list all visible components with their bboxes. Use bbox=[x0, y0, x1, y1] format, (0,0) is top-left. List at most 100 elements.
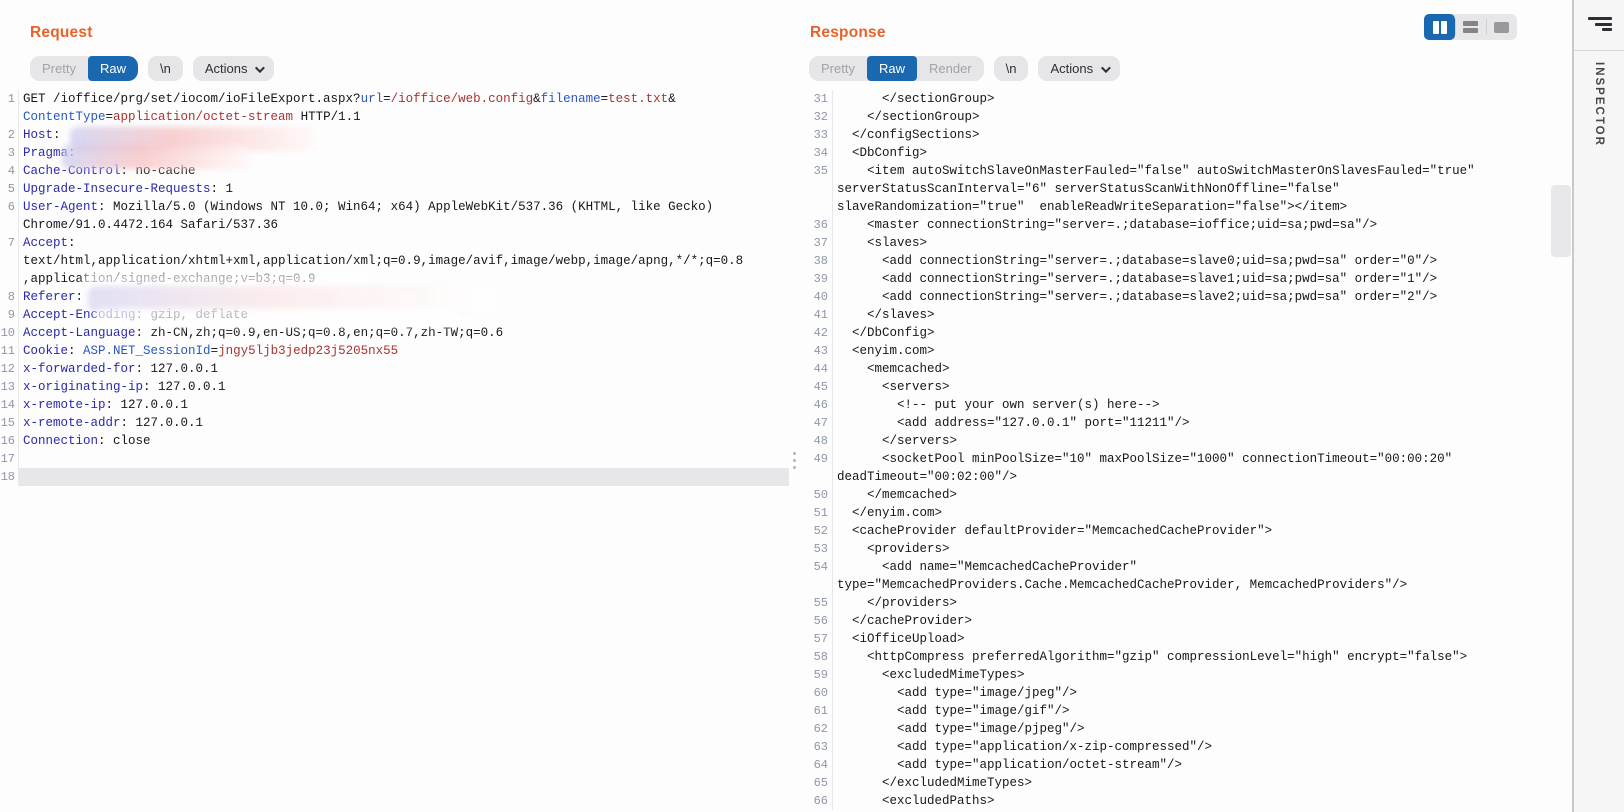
code-line[interactable]: 39 <add connectionString="server=.;datab… bbox=[800, 270, 1550, 288]
code-line[interactable]: 59 <excludedMimeTypes> bbox=[800, 666, 1550, 684]
code-line[interactable]: 61 <add type="image/gif"/> bbox=[800, 702, 1550, 720]
code-line[interactable]: 55 </providers> bbox=[800, 594, 1550, 612]
line-content: </configSections> bbox=[833, 126, 1550, 144]
response-tab-raw[interactable]: Raw bbox=[867, 56, 917, 81]
code-line[interactable]: 15x-remote-addr: 127.0.0.1 bbox=[0, 414, 789, 432]
code-line[interactable]: 66 <excludedPaths> bbox=[800, 792, 1550, 810]
code-line[interactable]: 57 <iOfficeUpload> bbox=[800, 630, 1550, 648]
request-tab-raw[interactable]: Raw bbox=[88, 56, 138, 81]
token: : 127.0.0.1 bbox=[121, 416, 204, 430]
line-content: </enyim.com> bbox=[833, 504, 1550, 522]
response-tab-render[interactable]: Render bbox=[917, 56, 984, 81]
code-line[interactable]: 63 <add type="application/x-zip-compress… bbox=[800, 738, 1550, 756]
code-line[interactable]: 34 <DbConfig> bbox=[800, 144, 1550, 162]
code-line[interactable]: 43 <enyim.com> bbox=[800, 342, 1550, 360]
code-line[interactable]: deadTimeout="00:02:00"/> bbox=[800, 468, 1550, 486]
token: <DbConfig> bbox=[837, 146, 927, 160]
code-line[interactable]: 6User-Agent: Mozilla/5.0 (Windows NT 10.… bbox=[0, 198, 789, 216]
code-line[interactable]: 50 </memcached> bbox=[800, 486, 1550, 504]
code-line[interactable]: 51 </enyim.com> bbox=[800, 504, 1550, 522]
code-line[interactable]: 52 <cacheProvider defaultProvider="Memca… bbox=[800, 522, 1550, 540]
code-line[interactable]: 5Upgrade-Insecure-Requests: 1 bbox=[0, 180, 789, 198]
token: Accept bbox=[23, 236, 68, 250]
code-line[interactable]: 60 <add type="image/jpeg"/> bbox=[800, 684, 1550, 702]
code-line[interactable]: 45 <servers> bbox=[800, 378, 1550, 396]
line-number: 44 bbox=[800, 360, 833, 378]
code-line[interactable]: 32 </sectionGroup> bbox=[800, 108, 1550, 126]
code-line[interactable]: 4Cache-Control: no-cache bbox=[0, 162, 789, 180]
token: <master connectionString="server=.;datab… bbox=[837, 218, 1377, 232]
token: HTTP/1.1 bbox=[293, 110, 361, 124]
code-line[interactable]: 47 <add address="127.0.0.1" port="11211"… bbox=[800, 414, 1550, 432]
code-line[interactable]: 64 <add type="application/octet-stream"/… bbox=[800, 756, 1550, 774]
line-number: 1 bbox=[0, 90, 19, 108]
line-content: </slaves> bbox=[833, 306, 1550, 324]
token: = bbox=[383, 92, 391, 106]
code-line[interactable]: 65 </excludedMimeTypes> bbox=[800, 774, 1550, 792]
code-line[interactable]: 17 bbox=[0, 450, 789, 468]
code-line[interactable]: ,application/signed-exchange;v=b3;q=0.9 bbox=[0, 270, 789, 288]
response-tab-actions[interactable]: Actions bbox=[1038, 56, 1120, 81]
line-content: Connection: close bbox=[19, 432, 789, 450]
code-line[interactable]: 31 </sectionGroup> bbox=[800, 90, 1550, 108]
code-line[interactable]: 1GET /ioffice/prg/set/iocom/ioFileExport… bbox=[0, 90, 789, 108]
code-line[interactable]: 10Accept-Language: zh-CN,zh;q=0.9,en-US;… bbox=[0, 324, 789, 342]
code-line[interactable]: 41 </slaves> bbox=[800, 306, 1550, 324]
line-content: <add type="image/pjpeg"/> bbox=[833, 720, 1550, 738]
code-line[interactable]: 11Cookie: ASP.NET_SessionId=jngy5ljb3jed… bbox=[0, 342, 789, 360]
layout-split-rows-button[interactable] bbox=[1455, 14, 1486, 40]
code-line[interactable]: 2Host: bbox=[0, 126, 789, 144]
code-line[interactable]: text/html,application/xhtml+xml,applicat… bbox=[0, 252, 789, 270]
response-tab-pretty[interactable]: Pretty bbox=[809, 56, 867, 81]
request-tab-pretty[interactable]: Pretty bbox=[30, 56, 88, 81]
code-line[interactable]: 48 </servers> bbox=[800, 432, 1550, 450]
code-line[interactable]: 35 <item autoSwitchSlaveOnMasterFauled="… bbox=[800, 162, 1550, 180]
layout-single-pane-button[interactable] bbox=[1486, 14, 1517, 40]
code-line[interactable]: 54 <add name="MemcachedCacheProvider" bbox=[800, 558, 1550, 576]
code-line[interactable]: slaveRandomization="true" enableReadWrit… bbox=[800, 198, 1550, 216]
code-line[interactable]: 33 </configSections> bbox=[800, 126, 1550, 144]
code-line[interactable]: 62 <add type="image/pjpeg"/> bbox=[800, 720, 1550, 738]
code-line[interactable]: 37 <slaves> bbox=[800, 234, 1550, 252]
request-editor[interactable]: 1GET /ioffice/prg/set/iocom/ioFileExport… bbox=[0, 90, 789, 812]
code-line[interactable]: 7Accept: bbox=[0, 234, 789, 252]
code-line[interactable]: 56 </cacheProvider> bbox=[800, 612, 1550, 630]
code-line[interactable]: ContentType=application/octet-stream HTT… bbox=[0, 108, 789, 126]
code-line[interactable]: 16Connection: close bbox=[0, 432, 789, 450]
inspector-label[interactable]: INSPECTOR bbox=[1593, 62, 1605, 147]
inspector-collapse-icon[interactable] bbox=[1588, 17, 1612, 32]
code-line[interactable]: 58 <httpCompress preferredAlgorithm="gzi… bbox=[800, 648, 1550, 666]
code-line[interactable]: 9Accept-Encoding: gzip, deflate bbox=[0, 306, 789, 324]
token: <add type="application/octet-stream"/> bbox=[837, 758, 1182, 772]
code-line[interactable]: 49 <socketPool minPoolSize="10" maxPoolS… bbox=[800, 450, 1550, 468]
code-line[interactable]: 44 <memcached> bbox=[800, 360, 1550, 378]
response-editor[interactable]: 31 </sectionGroup>32 </sectionGroup>33 <… bbox=[800, 90, 1550, 812]
line-number: 34 bbox=[800, 144, 833, 162]
response-scrollbar-thumb[interactable] bbox=[1551, 185, 1571, 257]
code-line[interactable]: 40 <add connectionString="server=.;datab… bbox=[800, 288, 1550, 306]
code-line[interactable]: 38 <add connectionString="server=.;datab… bbox=[800, 252, 1550, 270]
token: <add connectionString="server=.;database… bbox=[837, 254, 1437, 268]
code-line[interactable]: 36 <master connectionString="server=.;da… bbox=[800, 216, 1550, 234]
line-content: Pragma: bbox=[19, 144, 789, 162]
line-number: 64 bbox=[800, 756, 833, 774]
layout-split-columns-button[interactable] bbox=[1424, 14, 1455, 40]
response-scrollbar[interactable] bbox=[1550, 0, 1572, 812]
response-tab-n[interactable]: \n bbox=[994, 56, 1029, 81]
code-line[interactable]: 53 <providers> bbox=[800, 540, 1550, 558]
line-number: 13 bbox=[0, 378, 19, 396]
code-line[interactable]: 42 </DbConfig> bbox=[800, 324, 1550, 342]
code-line[interactable]: 18 bbox=[0, 468, 789, 486]
request-tab-actions[interactable]: Actions bbox=[193, 56, 275, 81]
code-line[interactable]: 46 <!-- put your own server(s) here--> bbox=[800, 396, 1550, 414]
code-line[interactable]: 8Referer: bbox=[0, 288, 789, 306]
line-number bbox=[800, 468, 833, 486]
code-line[interactable]: 14x-remote-ip: 127.0.0.1 bbox=[0, 396, 789, 414]
code-line[interactable]: serverStatusScanInterval="6" serverStatu… bbox=[800, 180, 1550, 198]
code-line[interactable]: Chrome/91.0.4472.164 Safari/537.36 bbox=[0, 216, 789, 234]
code-line[interactable]: 13x-originating-ip: 127.0.0.1 bbox=[0, 378, 789, 396]
code-line[interactable]: 12x-forwarded-for: 127.0.0.1 bbox=[0, 360, 789, 378]
code-line[interactable]: 3Pragma: bbox=[0, 144, 789, 162]
code-line[interactable]: type="MemcachedProviders.Cache.Memcached… bbox=[800, 576, 1550, 594]
request-tab-n[interactable]: \n bbox=[148, 56, 183, 81]
